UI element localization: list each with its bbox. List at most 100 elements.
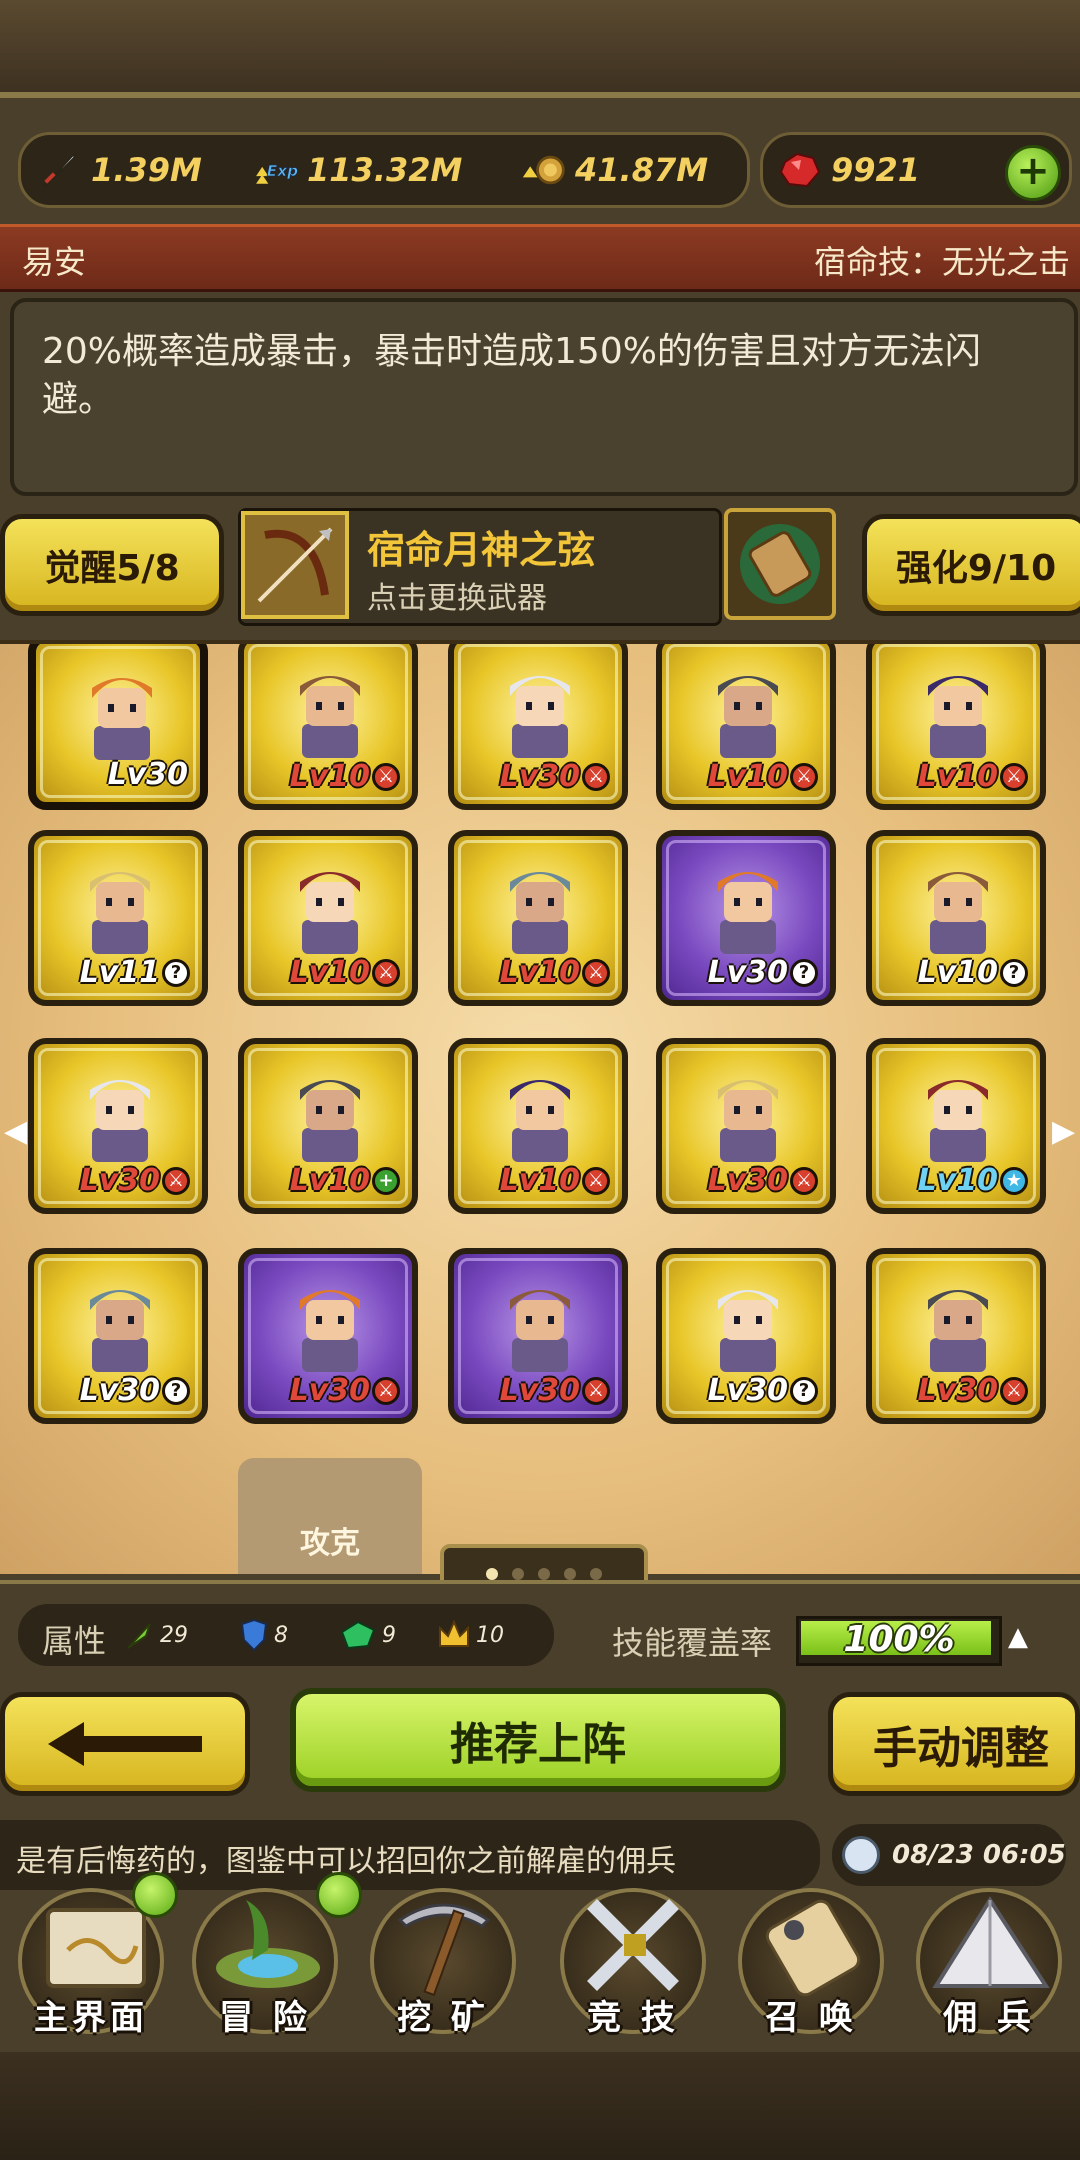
sword-icon [37, 147, 83, 193]
back-button[interactable] [0, 1692, 250, 1796]
nav-main-notify-dot [132, 1872, 178, 1918]
hero-level-text: Lv30 [107, 757, 188, 792]
page-dot[interactable] [486, 1568, 498, 1580]
page-dot[interactable] [538, 1568, 550, 1580]
hero-card[interactable]: Lv30 ⚔ [448, 644, 628, 810]
hero-card[interactable]: Lv30 [28, 644, 208, 810]
hero-card[interactable]: Lv10 ⚔ [866, 644, 1046, 810]
weapon-name: 宿命月神之弦 [367, 528, 596, 572]
hero-level: Lv30 ⚔ [80, 1163, 190, 1198]
question-badge-icon: ? [1000, 958, 1028, 987]
nav-summon[interactable]: 召 唤 [726, 1880, 896, 2050]
gem-value: 9921 [831, 151, 921, 189]
hero-title-strip: 易安 宿命技：无光之击 [0, 224, 1080, 292]
feather-icon [127, 1623, 151, 1649]
next-page-arrow-icon[interactable]: ▶ [1052, 1114, 1075, 1149]
ruby-icon [777, 147, 823, 193]
nav-mining[interactable]: 挖 矿 [358, 1880, 528, 2050]
hero-card[interactable]: Lv10 ⚔ [656, 644, 836, 810]
hero-level-text: Lv30 [79, 1163, 160, 1198]
hero-card[interactable]: Lv10 + [238, 1038, 418, 1214]
hero-card[interactable]: Lv30 ⚔ [238, 1248, 418, 1424]
tent-icon [926, 1890, 1056, 2000]
hero-level-text: Lv10 [499, 1163, 580, 1198]
island-icon [202, 1890, 332, 2000]
gold-value: 41.87M [575, 151, 709, 189]
hero-level: Lv11? [80, 955, 190, 990]
hero-card[interactable]: Lv10 ⚔ [238, 644, 418, 810]
hero-portrait [92, 678, 152, 760]
hero-portrait [718, 872, 778, 954]
hero-card[interactable]: Lv30 ⚔ [866, 1248, 1046, 1424]
locked-slot[interactable]: 攻克 [238, 1458, 422, 1574]
enhance-button[interactable]: 强化9/10 [862, 514, 1080, 616]
hero-level-text: Lv10 [289, 759, 370, 794]
hero-portrait [510, 1080, 570, 1162]
attribute-label: 属性 [42, 1622, 107, 1660]
hero-card[interactable]: Lv30 ⚔ [448, 1248, 628, 1424]
hero-portrait [90, 1290, 150, 1372]
hero-level-text: Lv10 [499, 955, 580, 990]
nav-adventure[interactable]: 冒 险 [180, 1872, 362, 2050]
clock-icon [842, 1836, 880, 1874]
hero-level: Lv30 ⚔ [918, 1373, 1028, 1408]
hero-card[interactable]: Lv30? [656, 1248, 836, 1424]
crossed-swords-icon [570, 1890, 700, 2000]
hero-portrait [928, 676, 988, 758]
nav-mercenary-label: 佣 兵 [943, 1998, 1035, 2038]
sword-badge-icon: ⚔ [582, 1376, 610, 1405]
hero-card[interactable]: Lv30 ⚔ [28, 1038, 208, 1214]
bow-icon [241, 511, 349, 619]
hero-portrait [510, 676, 570, 758]
add-gems-button[interactable]: + [1005, 145, 1061, 201]
hero-portrait [90, 1080, 150, 1162]
hero-level: Lv10 ★ [918, 1163, 1028, 1198]
hero-level: Lv30? [708, 1373, 818, 1408]
plus-badge-icon: + [372, 1166, 400, 1195]
hero-card[interactable]: Lv10 ⚔ [448, 830, 628, 1006]
question-badge-icon: ? [162, 1376, 190, 1405]
nav-arena[interactable]: 竞 技 [548, 1880, 718, 2050]
hero-card[interactable]: Lv10 ★ [866, 1038, 1046, 1214]
hero-level-text: Lv30 [707, 1373, 788, 1408]
weapon-panel[interactable]: 宿命月神之弦 点击更换武器 [238, 508, 722, 626]
hero-level: Lv10 ⚔ [708, 759, 818, 794]
manual-adjust-button[interactable]: 手动调整 [828, 1692, 1080, 1796]
hero-card[interactable]: Lv11? [28, 830, 208, 1006]
expand-caret-icon[interactable]: ▲ [1008, 1622, 1028, 1652]
bottom-backdrop [0, 2052, 1080, 2160]
hero-portrait [928, 1290, 988, 1372]
hero-level: Lv30? [80, 1373, 190, 1408]
recommend-lineup-button[interactable]: 推荐上阵 [290, 1688, 786, 1792]
sword-badge-icon: ⚔ [582, 958, 610, 987]
nav-main[interactable]: 主界面 [6, 1872, 178, 2050]
sword-badge-icon: ⚔ [582, 762, 610, 791]
skill-description-box: 20%概率造成暴击，暴击时造成150%的伤害且对方无法闪避。 [10, 298, 1078, 496]
skill-coverage-label: 技能覆盖率 [612, 1624, 773, 1662]
star-badge-icon: ★ [1000, 1166, 1028, 1195]
magic-stat: 9 [338, 1618, 396, 1652]
page-dot[interactable] [512, 1568, 524, 1580]
nav-mercenary[interactable]: 佣 兵 [904, 1880, 1074, 2050]
hero-level-text: Lv30 [499, 759, 580, 794]
hero-card[interactable]: Lv30? [656, 830, 836, 1006]
hero-card[interactable]: Lv30? [28, 1248, 208, 1424]
clock-box: 08/23 06:05 [832, 1824, 1066, 1886]
hero-card[interactable]: Lv30 ⚔ [656, 1038, 836, 1214]
hero-level-text: Lv10 [289, 955, 370, 990]
attack-value: 1.39M [91, 151, 202, 189]
hero-level-text: Lv10 [289, 1163, 370, 1198]
sword-badge-icon: ⚔ [162, 1166, 190, 1195]
hero-card[interactable]: Lv10? [866, 830, 1046, 1006]
scroll-item-icon[interactable] [724, 508, 836, 620]
skill-coverage-bar: 100% [796, 1616, 1002, 1666]
hero-card[interactable]: Lv10 ⚔ [448, 1038, 628, 1214]
gem-currency: 9921 [777, 145, 920, 195]
change-weapon-hint: 点击更换武器 [367, 581, 547, 616]
hero-card[interactable]: Lv10 ⚔ [238, 830, 418, 1006]
awaken-button[interactable]: 觉醒5/8 [0, 514, 224, 616]
hero-level-text: Lv10 [707, 759, 788, 794]
page-dot[interactable] [564, 1568, 576, 1580]
page-dot[interactable] [590, 1568, 602, 1580]
prev-page-arrow-icon[interactable]: ◀ [4, 1114, 27, 1149]
